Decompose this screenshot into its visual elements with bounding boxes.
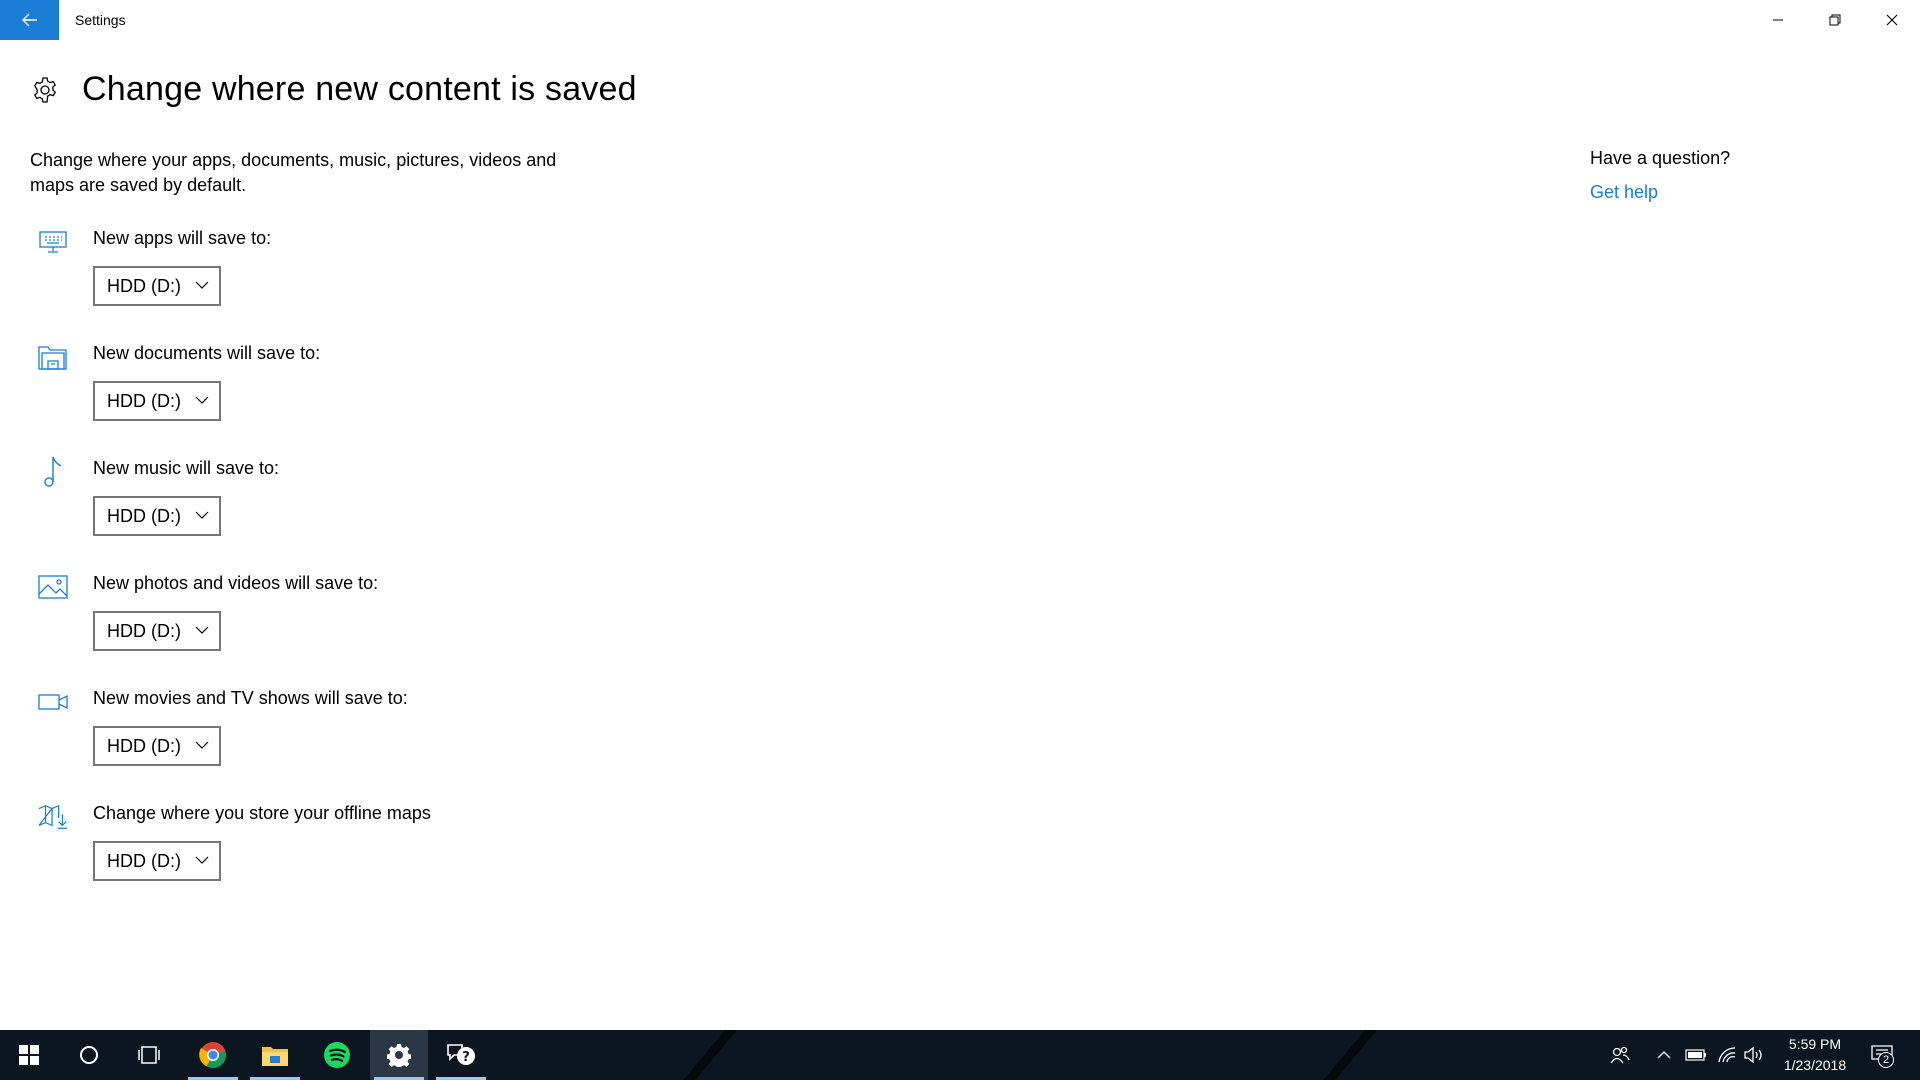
close-button[interactable] [1863,0,1920,40]
taskbar: ? 5:59 PM 1/23/2018 2 [0,1030,1920,1080]
wallpaper-stripe [1306,1030,1386,1080]
picture-icon [38,572,68,602]
show-hidden-icons-button[interactable] [1652,1030,1676,1080]
clock-date: 1/23/2018 [1783,1057,1847,1073]
settings-taskbar-button[interactable] [370,1030,428,1080]
start-button[interactable] [0,1030,58,1080]
people-icon [1610,1046,1630,1064]
chevron-down-icon [195,856,209,864]
file-explorer-icon [262,1047,288,1066]
music-location-dropdown[interactable]: HDD (D:) [93,496,221,536]
feedback-hub-taskbar-button[interactable]: ? [432,1030,490,1080]
monitor-icon [38,227,68,257]
help-question: Have a question? [1590,148,1731,168]
file-explorer-taskbar-button[interactable] [246,1030,304,1080]
wifi-icon [1718,1047,1736,1063]
task-view-button[interactable] [120,1030,178,1080]
page-header: Change where new content is saved [30,70,637,109]
chevron-down-icon [195,281,209,289]
chevron-down-icon [195,511,209,519]
back-button[interactable] [0,0,59,40]
battery-button[interactable] [1682,1030,1710,1080]
window-controls [1749,0,1920,40]
battery-icon [1685,1049,1706,1061]
cortana-icon [80,1046,98,1064]
get-help-link[interactable]: Get help [1590,182,1658,203]
network-button[interactable] [1713,1030,1741,1080]
restore-button[interactable] [1806,0,1863,40]
back-arrow-icon [21,13,37,27]
video-camera-icon [38,687,68,717]
chevron-down-icon [195,741,209,749]
chevron-down-icon [195,626,209,634]
task-view-icon [138,1046,160,1064]
dropdown-value: HDD (D:) [107,390,181,411]
setting-label: New documents will save to: [93,343,321,363]
setting-label: New music will save to: [93,458,280,478]
setting-label: New apps will save to: [93,228,272,248]
clock-time: 5:59 PM [1788,1036,1842,1052]
volume-icon [1744,1047,1762,1063]
map-download-icon [38,802,68,832]
title-bar: Settings [0,0,1920,40]
setting-label: New movies and TV shows will save to: [93,688,408,708]
photos-location-dropdown[interactable]: HDD (D:) [93,611,221,651]
notification-count-badge: 2 [1878,1052,1894,1068]
dropdown-value: HDD (D:) [107,505,181,526]
restore-icon [1829,14,1840,26]
documents-location-dropdown[interactable]: HDD (D:) [93,381,221,421]
feedback-hub-icon: ? [447,1044,475,1065]
chevron-up-icon [1657,1051,1671,1059]
wallpaper-stripe [666,1030,746,1080]
cortana-button[interactable] [60,1030,118,1080]
documents-icon [38,342,68,372]
settings-window: Settings Change where new content is sav… [0,0,1920,1030]
dropdown-value: HDD (D:) [107,620,181,641]
minimize-icon [1772,19,1783,21]
minimize-button[interactable] [1749,0,1806,40]
setting-label: Change where you store your offline maps [93,803,431,823]
volume-button[interactable] [1740,1030,1768,1080]
chrome-taskbar-button[interactable] [184,1030,242,1080]
gear-icon [30,75,60,105]
dropdown-value: HDD (D:) [107,735,181,756]
settings-icon [387,1044,411,1067]
setting-label: New photos and videos will save to: [93,573,379,593]
music-note-icon [38,456,68,487]
spotify-taskbar-button[interactable] [308,1030,366,1080]
clock[interactable]: 5:59 PM 1/23/2018 [1770,1034,1860,1076]
spotify-icon [324,1042,350,1068]
dropdown-value: HDD (D:) [107,850,181,871]
movies-location-dropdown[interactable]: HDD (D:) [93,726,221,766]
chevron-down-icon [195,396,209,404]
start-icon [19,1045,39,1065]
people-button[interactable] [1605,1030,1635,1080]
dropdown-value: HDD (D:) [107,275,181,296]
close-icon [1886,14,1897,26]
window-title: Settings [75,12,126,28]
maps-location-dropdown[interactable]: HDD (D:) [93,841,221,881]
chrome-icon [199,1042,226,1069]
apps-location-dropdown[interactable]: HDD (D:) [93,266,221,306]
svg-text:?: ? [462,1050,470,1065]
page-description: Change where your apps, documents, music… [30,150,557,195]
page-title: Change where new content is saved [82,70,637,108]
